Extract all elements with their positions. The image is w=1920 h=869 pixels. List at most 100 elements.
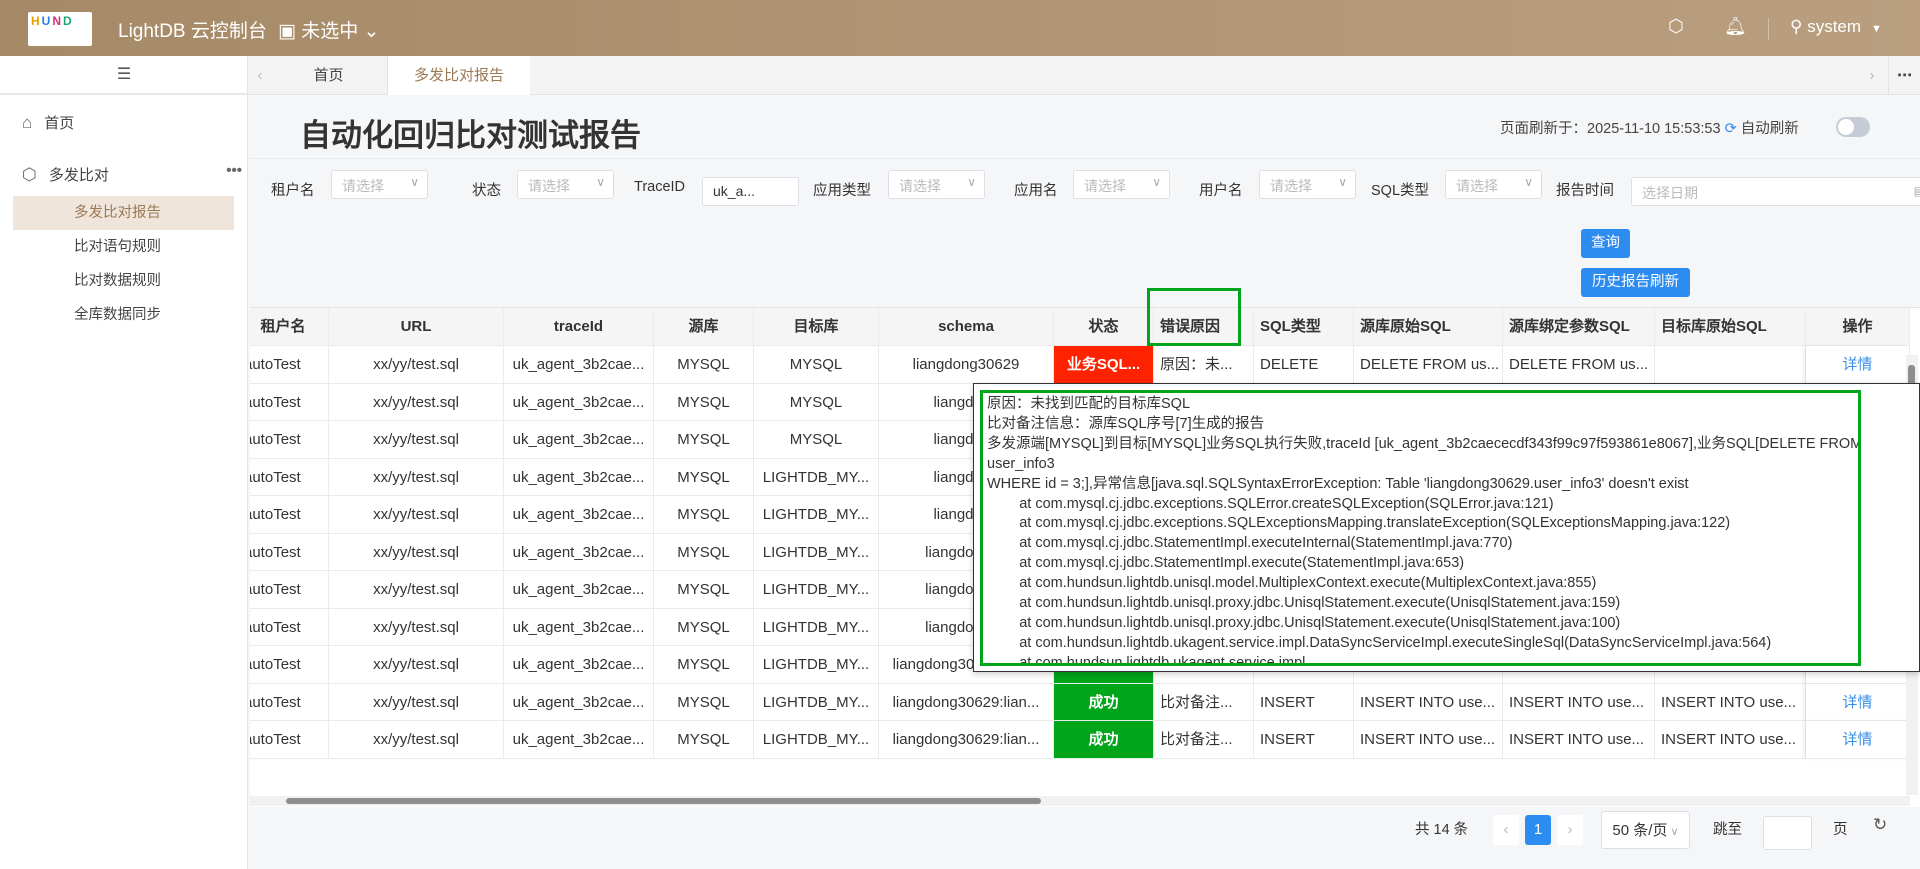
table-cell-tenant: autoTest bbox=[250, 346, 329, 384]
horizontal-scrollbar[interactable] bbox=[250, 796, 1910, 806]
sqltype-select[interactable]: 请选择 ∨ bbox=[1445, 170, 1542, 199]
tenant-label: 租户名 bbox=[271, 183, 315, 199]
tooltip-line: WHERE id = 3;],异常信息[java.sql.SQLSyntaxEr… bbox=[987, 475, 1689, 492]
history-refresh-button[interactable]: 历史报告刷新 bbox=[1581, 268, 1690, 297]
tab-multi-report[interactable]: 多发比对报告 bbox=[388, 56, 530, 95]
hexagon-icon: ⬡ bbox=[22, 165, 37, 184]
table-cell-source-db: MYSQL bbox=[654, 533, 754, 571]
sidebar-subitem-report[interactable]: 多发比对报告 bbox=[13, 196, 234, 230]
page-size-select[interactable]: 50 条/页 ∨ bbox=[1601, 811, 1690, 849]
chevron-down-icon: ∨ bbox=[1667, 826, 1679, 838]
table-cell-traceid: uk_agent_3b2cae... bbox=[504, 533, 654, 571]
status-select[interactable]: 请选择 ∨ bbox=[517, 170, 614, 199]
chevron-down-icon: ∨ bbox=[1524, 175, 1533, 189]
table-cell-url: xx/yy/test.sql bbox=[329, 608, 504, 646]
cube-icon[interactable]: ⬡ bbox=[1668, 16, 1684, 37]
table-cell-tenant: autoTest bbox=[250, 421, 329, 459]
apptype-label: 应用类型 bbox=[813, 183, 871, 199]
user-menu[interactable]: ⚲ system ▼ bbox=[1790, 17, 1882, 37]
placeholder: 请选择 bbox=[1456, 178, 1498, 194]
jump-label: 跳至 bbox=[1713, 822, 1742, 838]
table-cell-source-sql: INSERT INTO use... bbox=[1354, 721, 1503, 759]
tooltip-line: 多发源端[MYSQL]到目标[MYSQL]业务SQL执行失败,traceId [… bbox=[987, 435, 1861, 452]
table-cell-url: xx/yy/test.sql bbox=[329, 646, 504, 684]
appname-select[interactable]: 请选择 ∨ bbox=[1073, 170, 1170, 199]
details-link[interactable]: 详情 bbox=[1806, 346, 1910, 384]
chevron-down-icon: ∨ bbox=[967, 175, 976, 189]
scrollbar-thumb[interactable] bbox=[286, 798, 1041, 804]
top-bar: HUND SUN LightDB 云控制台 ▣ 未选中 ⌄ ⬡ 🔔︎ ⚲ syst… bbox=[0, 0, 1920, 56]
tenant-select[interactable]: 请选择 ∨ bbox=[331, 170, 428, 199]
tooltip-line: at com.mysql.cj.jdbc.exceptions.SQLError… bbox=[987, 495, 1554, 512]
auto-refresh-toggle[interactable] bbox=[1836, 117, 1870, 137]
page-size-label: 50 条/页 bbox=[1612, 822, 1668, 839]
monitor-icon: ▣ bbox=[278, 21, 302, 42]
reload-icon[interactable]: ↻ bbox=[1873, 815, 1887, 835]
prev-page-button[interactable]: ‹ bbox=[1493, 815, 1519, 845]
tab-scroll-left-icon[interactable]: ‹ bbox=[250, 56, 270, 95]
sidebar-subitem-data-rules[interactable]: 比对数据规则 bbox=[13, 264, 234, 298]
table-cell-tenant: autoTest bbox=[250, 458, 329, 496]
apptype-select[interactable]: 请选择 ∨ bbox=[888, 170, 985, 199]
table-cell-tenant: autoTest bbox=[250, 683, 329, 721]
user-select[interactable]: 请选择 ∨ bbox=[1259, 170, 1356, 199]
date-picker[interactable]: 选择日期 ▤ bbox=[1631, 177, 1920, 206]
tab-bar: ‹ 首页 多发比对报告 › ⋯ bbox=[248, 56, 1920, 95]
user-icon: ⚲ bbox=[1790, 17, 1808, 36]
column-header-status: 状态 bbox=[1054, 308, 1154, 346]
sidebar-subitem-full-sync[interactable]: 全库数据同步 bbox=[13, 298, 234, 332]
table-cell-tenant: autoTest bbox=[250, 721, 329, 759]
highlight-box bbox=[1147, 288, 1241, 346]
details-link[interactable]: 详情 bbox=[1806, 721, 1910, 759]
page-title: 自动化回归比对测试报告 bbox=[300, 118, 641, 153]
query-button[interactable]: 查询 bbox=[1581, 229, 1630, 258]
chevron-down-icon: ∨ bbox=[596, 175, 605, 189]
sidebar-item-home[interactable]: ⌂ 首页 bbox=[22, 112, 74, 133]
sidebar-item-multi-compare[interactable]: ⬡ 多发比对 ••• bbox=[22, 162, 242, 185]
tooltip-line: 原因：未找到匹配的目标库SQL bbox=[987, 396, 1191, 412]
collapse-menu-icon[interactable]: ☰ bbox=[0, 56, 248, 95]
table-cell-url: xx/yy/test.sql bbox=[329, 496, 504, 534]
table-cell-status: 成功 bbox=[1054, 683, 1154, 721]
table-cell-target-db: LIGHTDB_MY... bbox=[754, 608, 879, 646]
table-cell-target-db: LIGHTDB_MY... bbox=[754, 496, 879, 534]
tooltip-line: user_info3 bbox=[987, 455, 1055, 472]
table-cell-url: xx/yy/test.sql bbox=[329, 533, 504, 571]
tab-more-icon[interactable]: ⋯ bbox=[1888, 56, 1920, 95]
table-cell-bind-sql: DELETE FROM us... bbox=[1503, 346, 1655, 384]
jump-page-input[interactable] bbox=[1763, 816, 1812, 850]
column-header-sql-type: SQL类型 bbox=[1254, 308, 1354, 346]
placeholder: 选择日期 bbox=[1642, 185, 1698, 201]
tab-scroll-right-icon[interactable]: › bbox=[1862, 56, 1882, 95]
column-header-url: URL bbox=[329, 308, 504, 346]
env-selector[interactable]: ▣ 未选中 ⌄ bbox=[278, 16, 379, 43]
home-icon: ⌂ bbox=[22, 113, 33, 132]
table-cell-tenant: autoTest bbox=[250, 608, 329, 646]
more-icon[interactable]: ••• bbox=[226, 162, 242, 179]
table-cell-source-db: MYSQL bbox=[654, 721, 754, 759]
column-header-traceid: traceId bbox=[504, 308, 654, 346]
hundsun-logo[interactable]: HUND SUN bbox=[28, 12, 92, 46]
divider bbox=[1768, 18, 1769, 40]
refresh-time: 页面刷新于：2025-11-10 15:53:53 bbox=[1500, 121, 1721, 137]
refresh-icon[interactable]: ⟳ bbox=[1725, 121, 1737, 137]
details-link[interactable]: 详情 bbox=[1806, 683, 1910, 721]
page-1-button[interactable]: 1 bbox=[1525, 815, 1551, 845]
table-cell-url: xx/yy/test.sql bbox=[329, 346, 504, 384]
table-cell-target-db: MYSQL bbox=[754, 421, 879, 459]
table-cell-schema: liangdong30629:lian... bbox=[879, 683, 1054, 721]
column-header-tenant: 租户名 bbox=[250, 308, 329, 346]
table-cell-schema: liangdong30629 bbox=[879, 346, 1054, 384]
next-page-button[interactable]: › bbox=[1557, 815, 1583, 845]
caret-down-icon: ▼ bbox=[1871, 23, 1882, 35]
chevron-down-icon: ∨ bbox=[1152, 175, 1161, 189]
column-header-source-sql: 源库原始SQL bbox=[1354, 308, 1503, 346]
column-header-source-db: 源库 bbox=[654, 308, 754, 346]
table-cell-target-db: LIGHTDB_MY... bbox=[754, 683, 879, 721]
tooltip-line: at com.mysql.cj.jdbc.StatementImpl.execu… bbox=[987, 535, 1513, 552]
bell-icon[interactable]: 🔔︎ bbox=[1724, 16, 1747, 37]
table-cell-bind-sql: INSERT INTO use... bbox=[1503, 721, 1655, 759]
tab-home[interactable]: 首页 bbox=[270, 56, 388, 95]
sidebar-subitem-statement-rules[interactable]: 比对语句规则 bbox=[13, 230, 234, 264]
traceid-input[interactable]: uk_a... bbox=[702, 177, 799, 206]
